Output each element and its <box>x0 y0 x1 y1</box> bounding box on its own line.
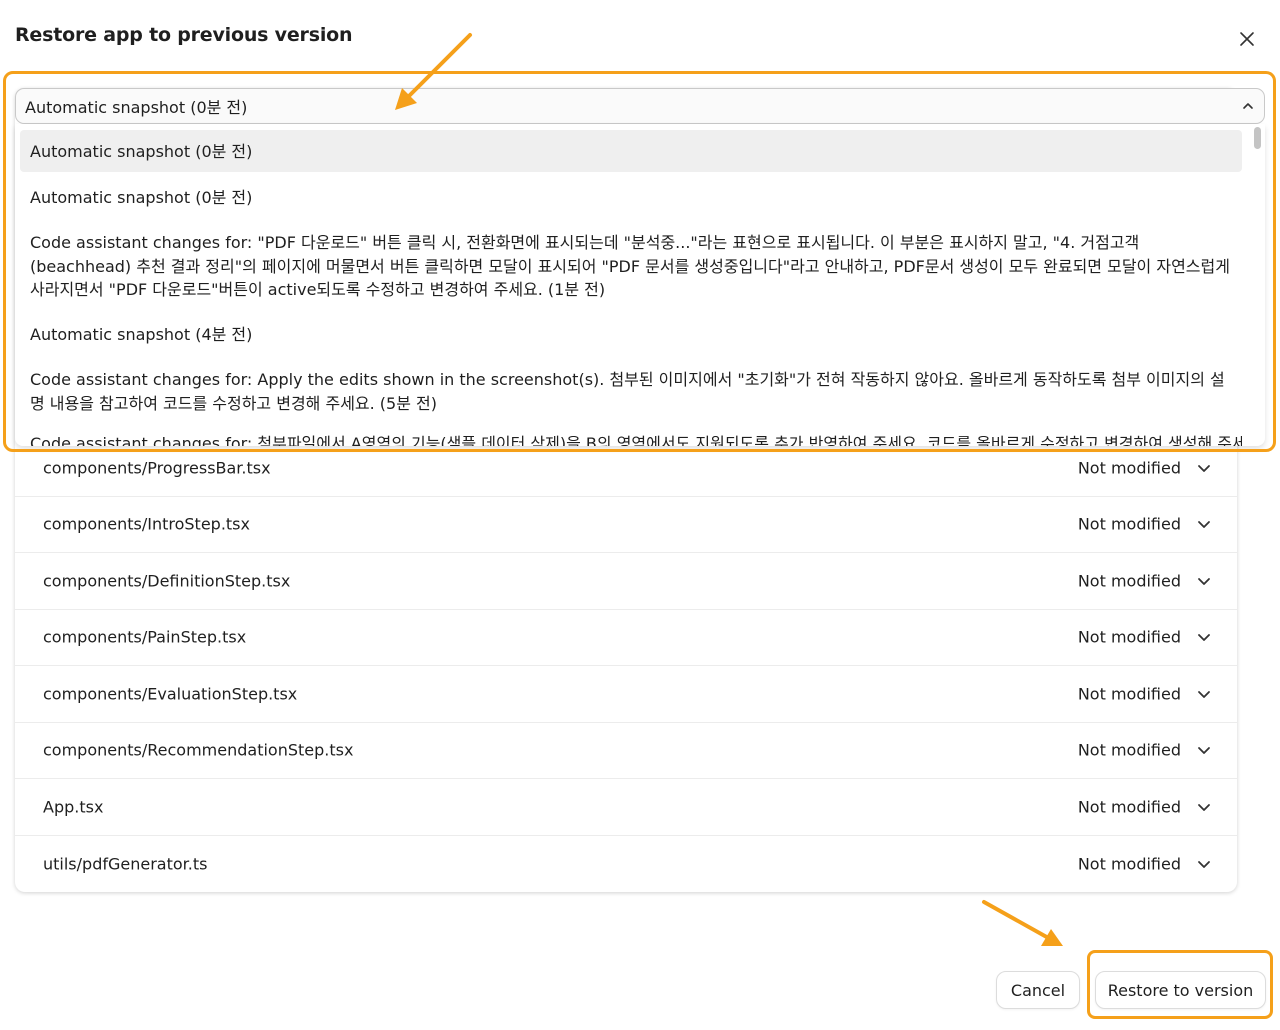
file-row[interactable]: components/RecommendationStep.tsx Not mod… <box>15 723 1237 779</box>
version-option[interactable]: Automatic snapshot (4분 전) <box>20 323 1242 347</box>
chevron-down-icon[interactable] <box>1195 798 1213 816</box>
file-status: Not modified <box>1077 797 1181 817</box>
close-icon <box>1240 32 1254 46</box>
chevron-up-icon <box>1243 103 1253 109</box>
file-row[interactable]: utils/pdfGenerator.ts Not modified <box>15 836 1237 893</box>
file-row[interactable]: components/DefinitionStep.tsx Not modifie… <box>15 553 1237 610</box>
file-row[interactable]: components/IntroStep.tsx Not modified <box>15 497 1237 553</box>
file-row[interactable]: App.tsx Not modified <box>15 779 1237 836</box>
file-name: components/PainStep.tsx <box>43 627 247 647</box>
chevron-down-icon[interactable] <box>1195 855 1213 873</box>
file-status: Not modified <box>1077 740 1181 760</box>
chevron-down-icon[interactable] <box>1195 628 1213 646</box>
chevron-down-icon[interactable] <box>1195 741 1213 759</box>
file-name: components/DefinitionStep.tsx <box>43 571 291 591</box>
version-option[interactable]: Code assistant changes for: Apply the ed… <box>20 368 1242 415</box>
chevron-down-icon[interactable] <box>1195 572 1213 590</box>
file-status: Not modified <box>1077 514 1181 534</box>
version-options-list: Automatic snapshot (0분 전) Automatic snap… <box>15 124 1265 446</box>
file-status: Not modified <box>1077 684 1181 704</box>
annotation-arrow-icon <box>982 900 1063 946</box>
close-button[interactable] <box>1234 26 1260 52</box>
file-status: Not modified <box>1077 627 1181 647</box>
file-status: Not modified <box>1077 571 1181 591</box>
file-status: Not modified <box>1077 458 1181 478</box>
restore-button[interactable]: Restore to version <box>1095 971 1266 1009</box>
cancel-button[interactable]: Cancel <box>996 971 1080 1009</box>
file-name: components/EvaluationStep.tsx <box>43 684 298 704</box>
file-row[interactable]: components/ProgressBar.tsx Not modified <box>15 440 1237 497</box>
version-option[interactable]: Code assistant changes for: 첨부파일에서 A영역의 … <box>20 432 1242 446</box>
chevron-down-icon[interactable] <box>1195 685 1213 703</box>
file-status: Not modified <box>1077 854 1181 874</box>
version-select[interactable]: Automatic snapshot (0분 전) <box>15 88 1265 124</box>
version-option[interactable]: Code assistant changes for: "PDF 다운로드" 버… <box>20 231 1242 302</box>
chevron-down-icon[interactable] <box>1195 515 1213 533</box>
version-select-value: Automatic snapshot (0분 전) <box>25 98 248 117</box>
file-name: components/ProgressBar.tsx <box>43 458 271 478</box>
file-name: components/RecommendationStep.tsx <box>43 740 354 760</box>
file-name: components/IntroStep.tsx <box>43 514 250 534</box>
file-row[interactable]: components/PainStep.tsx Not modified <box>15 610 1237 666</box>
file-row[interactable]: components/EvaluationStep.tsx Not modifie… <box>15 666 1237 723</box>
version-option[interactable]: Automatic snapshot (0분 전) <box>20 130 1242 172</box>
options-scrollbar[interactable] <box>1254 127 1261 149</box>
file-list: components/ProgressBar.tsx Not modified co… <box>15 440 1237 892</box>
dialog-title: Restore app to previous version <box>15 24 353 46</box>
file-name: utils/pdfGenerator.ts <box>43 854 208 874</box>
chevron-down-icon[interactable] <box>1195 459 1213 477</box>
version-option[interactable]: Automatic snapshot (0분 전) <box>20 186 1242 210</box>
file-name: App.tsx <box>43 797 104 817</box>
